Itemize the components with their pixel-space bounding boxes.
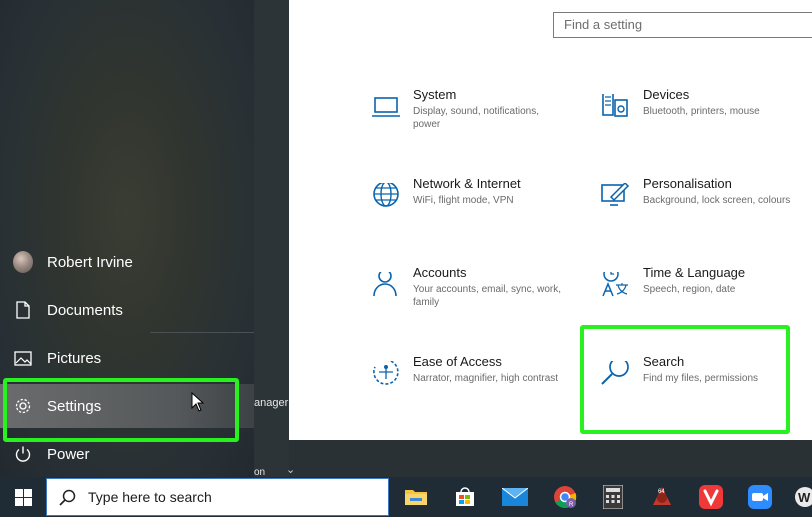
tile-description: WiFi, flight mode, VPN [413,195,514,206]
pictures-icon [13,348,33,368]
tile-description: Narrator, magnifier, high contrast [413,373,559,384]
ease-of-access-icon [371,359,401,391]
svg-text:64: 64 [658,489,665,495]
svg-text:R: R [569,502,574,508]
chrome-icon[interactable]: R [550,482,580,512]
settings-tile-accounts[interactable]: Accounts Your accounts, email, sync, wor… [371,265,581,316]
start-item-label: Power [47,445,90,463]
taskbar-search-box[interactable]: Type here to search [46,478,389,516]
search-highlight-box [580,325,790,434]
time-language-icon [601,266,631,302]
calculator-icon[interactable] [598,482,628,512]
settings-tile-personalisation[interactable]: Personalisation Background, lock screen,… [601,176,811,227]
settings-tile-network[interactable]: Network & Internet WiFi, flight mode, VP… [371,176,581,227]
tile-title: Time & Language [643,265,746,280]
tile-title: Network & Internet [413,176,521,191]
globe-icon [371,181,401,213]
tile-title: Personalisation [643,176,732,191]
start-button[interactable] [0,477,46,517]
game-icon[interactable]: 64 [647,482,677,512]
user-name: Robert Irvine [47,253,133,271]
tile-description: Speech, region, date [643,284,736,295]
taskbar: Type here to search R 64 W [0,477,812,517]
start-item-pictures[interactable]: Pictures [0,336,254,380]
tile-title: Devices [643,87,690,102]
tile-description: Bluetooth, printers, mouse [643,106,760,117]
divider [150,332,254,333]
tile-description: Background, lock screen, colours [643,195,791,206]
devices-icon [601,92,631,124]
tile-description: Your accounts, email, sync, work, family [413,284,562,308]
start-item-documents[interactable]: Documents [0,288,254,332]
windows-logo-icon [14,488,32,506]
power-icon [13,444,33,464]
tile-description: Display, sound, notifications, power [413,106,539,130]
paint-icon [601,181,631,213]
file-explorer-icon[interactable] [401,482,431,512]
svg-text:W: W [798,490,811,505]
settings-tile-ease-of-access[interactable]: Ease of Access Narrator, magnifier, high… [371,354,581,405]
chevron-down-icon[interactable]: ⌄ [286,463,295,476]
taskbar-search-placeholder: Type here to search [88,489,212,505]
vivaldi-icon[interactable] [696,482,726,512]
document-icon [13,300,33,320]
tile-title: System [413,87,457,102]
person-icon [371,269,401,302]
mail-icon[interactable] [500,482,530,512]
search-icon [59,489,76,506]
tile-title: Accounts [413,265,467,280]
app-icon[interactable]: W [790,482,812,512]
settings-tile-devices[interactable]: Devices Bluetooth, printers, mouse [601,87,811,138]
background-text-fragment: anager [254,397,289,409]
tile-title: Ease of Access [413,354,502,369]
store-icon[interactable] [450,482,480,512]
zoom-icon[interactable] [745,482,775,512]
settings-tile-system[interactable]: System Display, sound, notifications, po… [371,87,581,138]
start-user-account[interactable]: Robert Irvine [0,240,254,284]
avatar [13,251,33,273]
start-item-label: Pictures [47,349,102,367]
laptop-icon [371,94,401,124]
settings-tile-time-language[interactable]: Time & Language Speech, region, date [601,265,811,316]
mouse-cursor-icon [191,392,204,412]
start-item-label: Documents [47,301,123,319]
find-setting-input[interactable]: Find a setting [553,12,812,38]
